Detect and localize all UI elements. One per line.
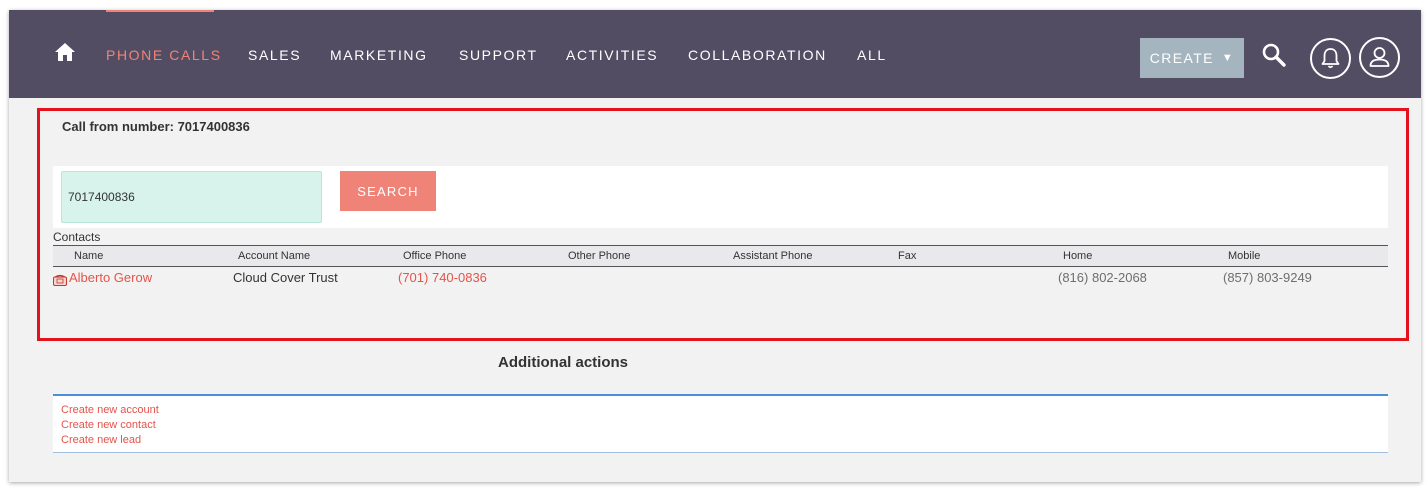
create-new-lead-link[interactable]: Create new lead	[61, 434, 141, 446]
account-name: Cloud Cover Trust	[233, 270, 338, 285]
column-header-account-name: Account Name	[238, 250, 311, 262]
create-label: CREATE	[1149, 50, 1214, 66]
column-header-mobile: Mobile	[1228, 250, 1261, 262]
home-icon[interactable]	[54, 42, 76, 62]
contact-name-link[interactable]: Alberto Gerow	[69, 270, 152, 285]
column-header-name: Name	[74, 250, 104, 262]
column-header-home: Home	[1063, 250, 1093, 262]
office-phone-link[interactable]: (701) 740-0836	[398, 270, 487, 285]
nav-sales[interactable]: SALES	[248, 47, 301, 63]
create-new-account-link[interactable]: Create new account	[61, 404, 159, 416]
nav-all[interactable]: ALL	[857, 47, 887, 63]
create-button[interactable]: CREATE ▼	[1140, 38, 1244, 78]
column-header-other-phone: Other Phone	[568, 250, 631, 262]
column-header-fax: Fax	[898, 250, 917, 262]
search-button[interactable]: SEARCH	[340, 171, 436, 211]
top-navbar: PHONE CALLS SALES MARKETING SUPPORT ACTI…	[9, 10, 1421, 98]
table-row: Alberto Gerow Cloud Cover Trust (701) 74…	[53, 268, 1388, 288]
nav-phone-calls[interactable]: PHONE CALLS	[106, 47, 222, 63]
search-icon[interactable]	[1261, 42, 1287, 68]
phone-icon	[53, 273, 67, 286]
user-icon[interactable]	[1359, 37, 1400, 78]
bell-icon[interactable]	[1310, 38, 1351, 79]
phone-search-input[interactable]	[61, 171, 322, 223]
nav-activities[interactable]: ACTIVITIES	[566, 47, 658, 63]
column-header-office-phone: Office Phone	[403, 250, 467, 262]
additional-actions-box: Create new account Create new contact Cr…	[53, 394, 1388, 453]
call-from-label: Call from number: 7017400836	[62, 119, 250, 134]
nav-marketing[interactable]: MARKETING	[330, 47, 428, 63]
app-frame: PHONE CALLS SALES MARKETING SUPPORT ACTI…	[9, 10, 1421, 482]
contacts-table-header: Name Account Name Office Phone Other Pho…	[53, 246, 1388, 267]
contacts-section-title: Contacts	[53, 230, 101, 244]
chevron-down-icon: ▼	[1221, 52, 1235, 64]
column-header-assistant-phone: Assistant Phone	[733, 250, 813, 262]
create-new-contact-link[interactable]: Create new contact	[61, 419, 156, 431]
nav-collaboration[interactable]: COLLABORATION	[688, 47, 827, 63]
additional-actions-title: Additional actions	[498, 354, 629, 371]
search-panel: SEARCH	[53, 166, 1388, 228]
mobile-phone: (857) 803-9249	[1223, 270, 1312, 285]
active-tab-indicator	[106, 10, 214, 12]
home-phone: (816) 802-2068	[1058, 270, 1147, 285]
nav-support[interactable]: SUPPORT	[459, 47, 538, 63]
